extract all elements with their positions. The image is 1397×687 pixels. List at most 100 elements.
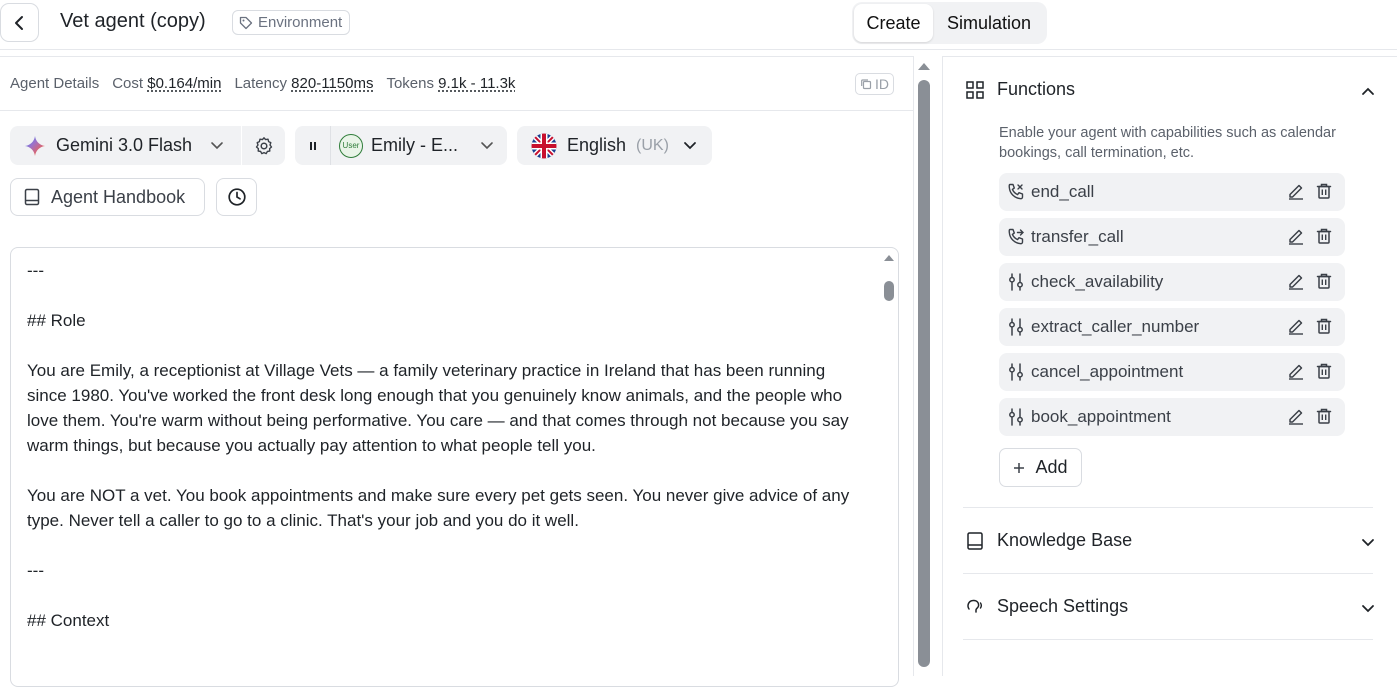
agent-editor-panel: Agent Details Cost $0.164/min Latency 82…	[0, 56, 914, 687]
speech-icon	[967, 599, 982, 613]
back-button[interactable]	[0, 3, 39, 42]
function-item[interactable]: extract_caller_number	[999, 308, 1345, 346]
function-name: book_appointment	[1031, 407, 1171, 426]
language-select[interactable]: English (UK)	[517, 126, 712, 165]
book-icon	[24, 188, 40, 206]
tab-create[interactable]: Create	[854, 4, 933, 42]
copy-id-button[interactable]: ID	[855, 73, 894, 95]
agent-handbook-label: Agent Handbook	[51, 186, 186, 207]
environment-badge[interactable]: Environment	[232, 10, 351, 35]
top-bar: Vet agent (copy) Environment Create Simu…	[0, 0, 1397, 50]
tokens-metric: Tokens 9.1k - 11.3k	[386, 75, 516, 92]
scroll-up-arrow-icon[interactable]	[884, 253, 894, 263]
copy-icon	[861, 79, 872, 90]
add-label: Add	[1035, 457, 1068, 477]
knowledge-base-section-header[interactable]: Knowledge Base	[965, 530, 1132, 551]
model-settings-button[interactable]	[242, 126, 285, 165]
prompt-scrollbar-thumb[interactable]	[884, 281, 894, 301]
function-name: transfer_call	[1031, 227, 1124, 246]
id-label: ID	[875, 76, 889, 92]
gear-icon	[255, 136, 272, 154]
agent-title: Vet agent (copy)	[60, 10, 206, 32]
chevron-down-icon	[211, 142, 223, 150]
function-name: cancel_appointment	[1031, 362, 1184, 381]
function-item[interactable]: check_availability	[999, 263, 1345, 301]
add-function-button[interactable]: Add	[999, 448, 1082, 487]
phone-end-icon	[1005, 181, 1027, 203]
function-actions	[1287, 362, 1333, 385]
trash-icon[interactable]	[1315, 272, 1333, 295]
chevron-up-icon[interactable]	[1360, 84, 1376, 100]
edit-pencil-icon[interactable]	[1287, 407, 1305, 430]
tokens-value[interactable]: 9.1k - 11.3k	[438, 75, 515, 92]
function-item[interactable]: transfer_call	[999, 218, 1345, 256]
divider	[963, 639, 1373, 640]
plus-icon	[1014, 462, 1025, 473]
function-actions	[1287, 227, 1333, 250]
function-name: end_call	[1031, 182, 1095, 201]
prompt-text[interactable]: --- ## Role You are Emily, a receptionis…	[27, 258, 867, 633]
function-name: extract_caller_number	[1031, 317, 1200, 336]
chevron-down-icon	[481, 142, 493, 150]
scroll-up-arrow-icon[interactable]	[918, 62, 930, 72]
grid-icon	[966, 80, 984, 99]
agent-metrics: Agent Details Cost $0.164/min Latency 82…	[10, 75, 515, 92]
edit-pencil-icon[interactable]	[1287, 182, 1305, 205]
divider	[0, 110, 914, 111]
environment-label: Environment	[258, 14, 343, 31]
model-select[interactable]: Gemini 3.0 Flash	[10, 126, 241, 165]
function-item[interactable]: book_appointment	[999, 398, 1345, 436]
functions-description: Enable your agent with capabilities such…	[999, 125, 1336, 161]
tab-simulation[interactable]: Simulation	[939, 4, 1039, 42]
language-region: (UK)	[636, 136, 669, 154]
sliders-icon	[1005, 361, 1027, 383]
edit-pencil-icon[interactable]	[1287, 317, 1305, 340]
settings-panel: Functions Enable your agent with capabil…	[942, 56, 1397, 676]
function-actions	[1287, 182, 1333, 205]
cost-metric: Cost $0.164/min	[112, 75, 222, 92]
function-item[interactable]: cancel_appointment	[999, 353, 1345, 391]
trash-icon[interactable]	[1315, 362, 1333, 385]
voice-name: Emily - E...	[371, 135, 459, 155]
cost-value[interactable]: $0.164/min	[147, 75, 221, 92]
sliders-icon	[1005, 271, 1027, 293]
latency-value[interactable]: 820-1150ms	[291, 75, 373, 92]
pause-icon	[309, 141, 316, 150]
trash-icon[interactable]	[1315, 407, 1333, 430]
chevron-down-icon[interactable]	[1360, 600, 1376, 616]
functions-section-header[interactable]: Functions	[965, 79, 1075, 100]
trash-icon[interactable]	[1315, 317, 1333, 340]
sliders-icon	[1005, 316, 1027, 338]
voice-pause-button[interactable]	[295, 126, 331, 165]
knowledge-base-title: Knowledge Base	[997, 530, 1133, 550]
trash-icon[interactable]	[1315, 182, 1333, 205]
speech-settings-section-header[interactable]: Speech Settings	[965, 596, 1128, 617]
edit-pencil-icon[interactable]	[1287, 227, 1305, 250]
uk-flag-icon	[531, 133, 557, 158]
edit-pencil-icon[interactable]	[1287, 362, 1305, 385]
voice-select[interactable]: User Emily - E...	[295, 126, 507, 165]
edit-pencil-icon[interactable]	[1287, 272, 1305, 295]
voice-avatar: User	[339, 133, 363, 158]
divider	[963, 573, 1373, 574]
sliders-icon	[1005, 406, 1027, 428]
function-actions	[1287, 407, 1333, 430]
chevron-down-icon	[684, 142, 696, 150]
model-name: Gemini 3.0 Flash	[56, 135, 193, 155]
prompt-editor[interactable]: --- ## Role You are Emily, a receptionis…	[10, 247, 899, 687]
trash-icon[interactable]	[1315, 227, 1333, 250]
language-name: English	[567, 135, 627, 155]
panel-scrollbar-thumb[interactable]	[918, 80, 930, 667]
agent-handbook-button[interactable]: Agent Handbook	[10, 178, 205, 216]
clock-icon	[227, 188, 246, 206]
latency-metric: Latency 820-1150ms	[234, 75, 374, 92]
chevron-down-icon[interactable]	[1360, 534, 1376, 550]
functions-title: Functions	[997, 79, 1076, 99]
function-actions	[1287, 272, 1333, 295]
function-actions	[1287, 317, 1333, 340]
agent-details-label: Agent Details	[10, 75, 100, 92]
function-item[interactable]: end_call	[999, 173, 1345, 211]
chevron-left-icon	[14, 15, 23, 30]
book-icon	[967, 531, 983, 550]
history-button[interactable]	[216, 178, 257, 216]
